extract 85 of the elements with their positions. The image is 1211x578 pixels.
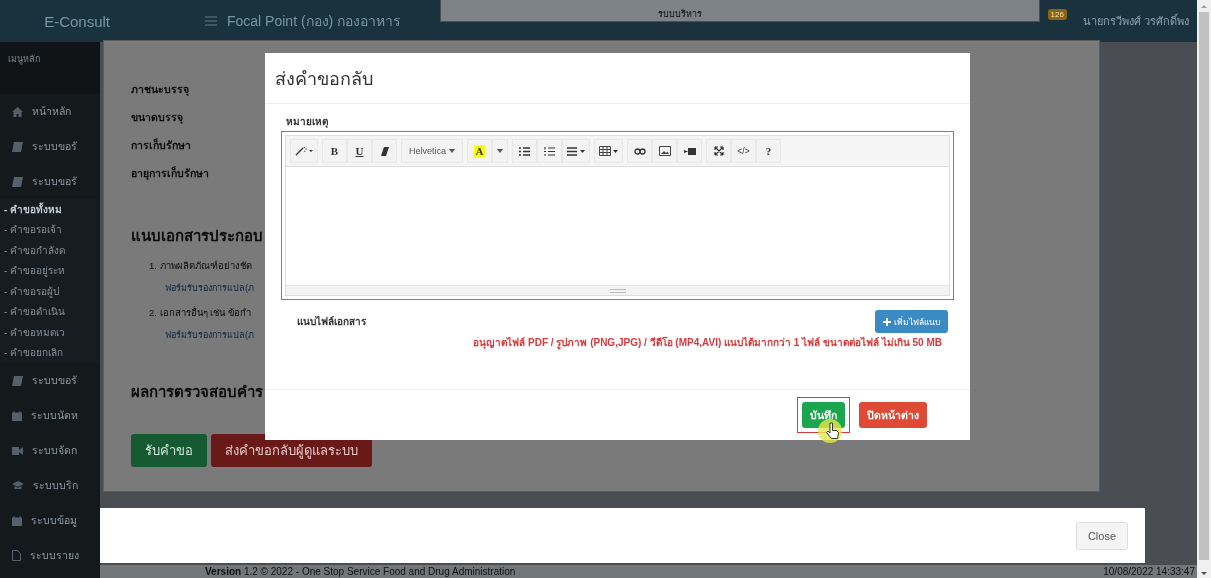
sidebar-item[interactable]: - คำขอยกเลิก — [0, 342, 100, 363]
page-title: Focal Point (กอง) กองอาหาร — [227, 12, 402, 31]
file-rule-text: อนุญาตไฟล์ PDF / รูปภาพ (PNG,JPG) / วีดีโอ (MP4,AVI) แนบได้มากกว่า 1 ไฟล์ ขนาดต่อไฟล์ ไม่เกิน 50 MB — [472, 335, 943, 350]
font-dropdown[interactable]: Helvetica — [401, 139, 463, 163]
caret-icon — [449, 149, 455, 153]
text-color-button[interactable]: A — [467, 139, 492, 163]
code-view-button[interactable]: </> — [731, 139, 756, 163]
align-icon — [567, 146, 585, 156]
form-link[interactable]: ฟอร์มรับรองการแปล(ภ — [165, 328, 254, 342]
resize-handle-icon[interactable] — [609, 288, 626, 293]
sidebar-item[interactable]: หน้าหลัก — [0, 94, 100, 129]
book-icon — [12, 176, 23, 187]
bullet-list-button[interactable] — [512, 139, 537, 163]
field-label: ขนาดบรรจุ — [131, 110, 183, 126]
expand-icon — [713, 146, 724, 156]
sidebar-item[interactable]: - คำขอรอเจ้า — [0, 219, 100, 240]
sidebar-item[interactable]: - คำขอหมดเว — [0, 322, 100, 343]
section-heading: ผลการตรวจสอบคำร — [131, 382, 263, 402]
user-name[interactable]: นายกรวีพงศ์ วรศักดิ์พง — [1082, 12, 1189, 30]
header-field: รบบบริหาร — [440, 0, 1040, 22]
field-label: อายุการเก็บรักษา — [131, 165, 209, 182]
video-button[interactable] — [677, 139, 702, 163]
bold-button[interactable]: B — [322, 139, 347, 163]
close-button[interactable]: Close — [1075, 521, 1128, 550]
version-text: Version 1.2 © 2022 - One Stop Service Food and Drug Administration — [205, 566, 516, 577]
numbered-list-icon — [544, 146, 555, 156]
field-label: ภาชนะบรรจุ — [131, 82, 189, 98]
fullscreen-button[interactable] — [706, 139, 731, 163]
underline-button[interactable]: U — [347, 139, 372, 163]
sidebar-item[interactable]: - คำขอรอผู้ป — [0, 281, 100, 302]
help-button[interactable]: ? — [756, 139, 781, 163]
book-icon — [12, 141, 23, 152]
sidebar-item[interactable]: - คำขอดำเนิน — [0, 301, 100, 322]
magic-wand-icon — [295, 146, 313, 156]
sidebar-item[interactable]: ระบบขอรั — [0, 363, 100, 398]
style-button[interactable] — [290, 139, 318, 163]
sidebar-item[interactable]: - คำขอทั้งหม — [0, 199, 100, 220]
image-button[interactable] — [652, 139, 677, 163]
brand-name[interactable]: E-Consult — [0, 12, 110, 30]
attachment-item: 1. ภาพผลิตภัณฑ์อย่างชัด — [149, 259, 252, 273]
sidebar-header: เมนูหลัก — [0, 42, 100, 94]
home-icon — [12, 106, 23, 117]
graduation-cap-icon — [12, 481, 24, 490]
eraser-icon — [380, 146, 389, 156]
link-icon — [633, 147, 646, 155]
file-icon — [12, 550, 21, 561]
attachment-item: 2. เอกสารอื่นๆ เช่น ข้อกำ — [149, 305, 251, 320]
close-window-button[interactable]: ปิดหน้าต่าง — [859, 402, 927, 428]
picture-icon — [658, 146, 671, 156]
table-dropdown[interactable] — [594, 139, 623, 163]
date-time: 10/08/2022 14:33:47 — [1103, 566, 1195, 577]
video-icon — [683, 147, 696, 155]
video-camera-icon — [12, 446, 23, 455]
align-dropdown[interactable] — [562, 139, 590, 163]
notification-badge[interactable]: 126 — [1047, 8, 1067, 20]
numbered-list-button[interactable] — [537, 139, 562, 163]
sidebar-item[interactable]: ระบบข้อมู — [0, 503, 100, 538]
accept-button[interactable]: รับคำขอ — [131, 434, 207, 467]
bullet-list-icon — [519, 146, 530, 156]
sidebar-item[interactable]: ระบบขอรั — [0, 164, 100, 199]
rich-text-editor[interactable]: B U Helvetica A </> ? — [285, 135, 950, 296]
sidebar-item[interactable]: ระบบขอรั — [0, 129, 100, 164]
sidebar-item[interactable]: ระบบบริก — [0, 468, 100, 503]
add-file-button[interactable]: เพิ่มไฟล์แนบ — [875, 310, 948, 333]
sidebar-item[interactable]: ระบบรายง — [0, 538, 100, 573]
scrollbar[interactable] — [1197, 0, 1211, 578]
dialog-title: ส่งคำขอกลับ — [275, 67, 373, 91]
sidebar-item[interactable]: - คำขออยู่ระห — [0, 260, 100, 281]
plus-icon — [883, 317, 891, 326]
field-label: แนบไฟล์เอกสาร — [297, 314, 366, 329]
table-icon — [599, 146, 618, 156]
caret-icon — [497, 149, 503, 153]
calendar-icon — [12, 515, 22, 526]
calendar-icon — [12, 410, 22, 421]
sidebar-item[interactable]: - คำขอกำลังด — [0, 240, 100, 261]
color-dropdown[interactable] — [492, 139, 508, 163]
form-link[interactable]: ฟอร์มรับรองการแปล(ภ — [165, 281, 254, 295]
link-button[interactable] — [627, 139, 652, 163]
section-heading: แนบเอกสารประกอบ — [131, 226, 263, 246]
sidebar-item[interactable]: ระบบนัดห — [0, 398, 100, 433]
book-icon — [12, 375, 23, 386]
field-label: การเก็บรักษา — [131, 137, 191, 153]
sidebar-item[interactable]: ระบบจัดก — [0, 433, 100, 468]
clear-format-button[interactable] — [372, 139, 397, 163]
field-label: หมายเหตุ — [286, 115, 329, 129]
